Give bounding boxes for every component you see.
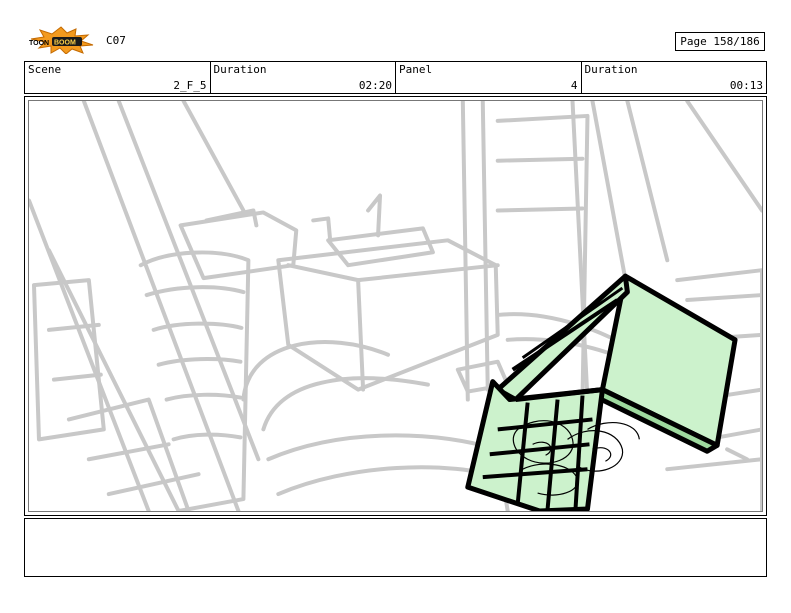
panel-duration-cell: Duration 00:13 [582,62,767,93]
scene-duration-cell: Duration 02:20 [211,62,396,93]
panel-label: Panel [399,63,433,76]
panel-cell: Panel 4 [396,62,582,93]
page-indicator: Page 158/186 [675,32,765,51]
scene-duration-value: 02:20 [358,79,392,92]
chair-sketch [465,273,738,511]
scene-value: 2_F_5 [173,79,207,92]
svg-text:TOON: TOON [29,40,49,47]
panel-notes-box [24,518,767,577]
toonboom-logo: TOON BOOM [26,26,96,55]
panel-duration-label: Duration [584,63,638,76]
panel-sketch [29,101,762,511]
scene-cell: Scene 2_F_5 [25,62,211,93]
storyboard-code: C07 [106,34,126,47]
storyboard-panel [24,96,767,516]
scene-duration-label: Duration [213,63,267,76]
svg-text:BOOM: BOOM [54,40,76,47]
panel-duration-value: 00:13 [729,79,763,92]
scene-label: Scene [28,63,62,76]
panel-info-row: Scene 2_F_5 Duration 02:20 Panel 4 Durat… [24,61,767,94]
panel-drawing-frame [28,100,763,512]
panel-value: 4 [570,79,578,92]
